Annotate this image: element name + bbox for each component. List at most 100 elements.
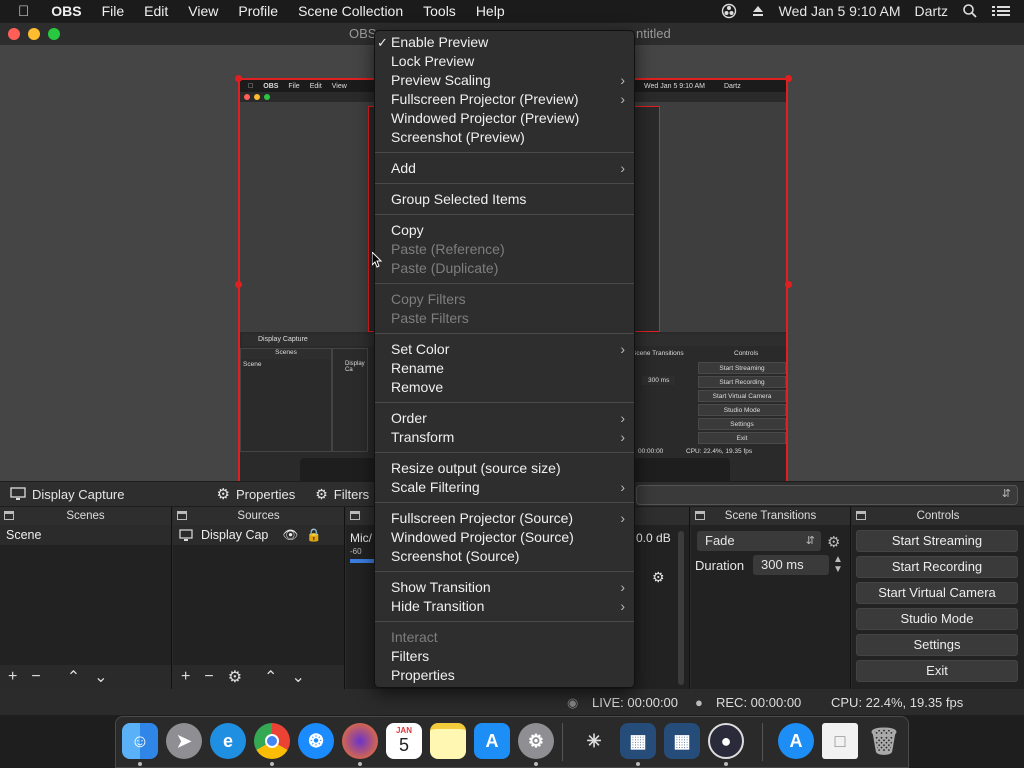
menu-fullscreen-projector-source[interactable]: Fullscreen Projector (Source) › [391, 509, 631, 528]
document-icon[interactable]: □ [822, 723, 858, 759]
exit-button[interactable]: Exit [856, 660, 1018, 682]
source-list-item[interactable]: Display Cap 👁 🔒 [173, 525, 344, 545]
virtualbox-icon[interactable]: ▦ [620, 723, 656, 759]
visibility-eye-icon[interactable]: 👁 [282, 525, 298, 545]
menu-screenshot-preview[interactable]: Screenshot (Preview) [391, 128, 631, 147]
resize-handle-tl[interactable] [235, 75, 242, 82]
finder-icon[interactable]: ☺ [122, 723, 158, 759]
dock-separator [562, 723, 563, 761]
trash-icon[interactable]: 🗑 [866, 723, 902, 759]
mixer-volume-slider[interactable] [350, 559, 374, 563]
menubar-datetime[interactable]: Wed Jan 5 9:10 AM [779, 3, 901, 19]
firefox-icon[interactable] [342, 723, 378, 759]
remove-source-icon[interactable]: − [204, 668, 213, 686]
obs-studio-icon[interactable]: ● [708, 723, 744, 759]
notes-icon[interactable] [430, 723, 466, 759]
system-preferences-gear-icon[interactable]: ⚙ [518, 723, 554, 759]
scene-list-item[interactable]: Scene [0, 525, 171, 545]
menu-file[interactable]: File [92, 3, 135, 19]
downloads-folder-icon[interactable]: A [778, 723, 814, 759]
menu-view[interactable]: View [178, 3, 228, 19]
undock-icon[interactable] [4, 511, 14, 520]
minimize-window-button[interactable] [28, 28, 40, 40]
menu-scale-filtering[interactable]: Scale Filtering › [391, 478, 631, 497]
transition-select[interactable]: Fade ⇵ [697, 531, 821, 551]
menu-remove[interactable]: Remove [391, 378, 631, 397]
menu-rename[interactable]: Rename [391, 359, 631, 378]
mixer-scrollbar[interactable] [678, 531, 684, 685]
menu-fullscreen-projector-preview[interactable]: Fullscreen Projector (Preview) › [391, 90, 631, 109]
filters-button[interactable]: ⚙ Filters [305, 486, 379, 503]
duration-stepper[interactable]: ▲ ▼ [833, 555, 843, 575]
resize-handle-tr[interactable] [785, 75, 792, 82]
menu-filters[interactable]: Filters [391, 647, 631, 666]
transition-properties-gear-icon[interactable]: ⚙ [827, 533, 840, 551]
submenu-arrow-icon: › [620, 72, 625, 88]
menubar-user[interactable]: Dartz [915, 3, 948, 19]
start-recording-button[interactable]: Start Recording [856, 556, 1018, 578]
virtualbox-vm-icon[interactable]: ▦ [664, 723, 700, 759]
menu-tools[interactable]: Tools [413, 3, 466, 19]
menu-profile[interactable]: Profile [228, 3, 288, 19]
resize-handle-mr[interactable] [785, 281, 792, 288]
close-window-button[interactable] [8, 28, 20, 40]
properties-button[interactable]: ⚙ Properties [207, 485, 306, 503]
menu-hide-transition[interactable]: Hide Transition › [391, 597, 631, 616]
sources-title: Sources [237, 510, 280, 522]
menu-properties[interactable]: Properties [391, 666, 631, 685]
settings-button[interactable]: Settings [856, 634, 1018, 656]
remove-scene-icon[interactable]: − [31, 668, 40, 686]
menu-app-obs[interactable]: OBS [41, 3, 91, 19]
menu-add[interactable]: Add › [391, 159, 631, 178]
chrome-icon[interactable] [254, 723, 290, 759]
start-virtual-camera-button[interactable]: Start Virtual Camera [856, 582, 1018, 604]
move-source-down-icon[interactable]: ⌄ [291, 667, 304, 687]
menu-lock-preview[interactable]: Lock Preview [391, 52, 631, 71]
menu-enable-preview[interactable]: ✓ Enable Preview [377, 33, 631, 52]
mixer-settings-gear-icon[interactable]: ⚙ [652, 569, 665, 586]
undock-icon[interactable] [856, 511, 866, 520]
menu-show-transition[interactable]: Show Transition › [391, 578, 631, 597]
menu-windowed-projector-preview[interactable]: Windowed Projector (Preview) [391, 109, 631, 128]
menu-resize-output[interactable]: Resize output (source size) [391, 459, 631, 478]
zoom-window-button[interactable] [48, 28, 60, 40]
app-store-icon[interactable]: A [474, 723, 510, 759]
safari-icon[interactable]: ❂ [298, 723, 334, 759]
menu-separator [375, 402, 634, 403]
menu-preview-scaling[interactable]: Preview Scaling › [391, 71, 631, 90]
add-source-icon[interactable]: + [181, 668, 190, 686]
menu-scene-collection[interactable]: Scene Collection [288, 3, 413, 19]
source-properties-gear-icon[interactable]: ⚙ [228, 667, 242, 687]
edge-browser-icon[interactable]: e [210, 723, 246, 759]
add-scene-icon[interactable]: + [8, 668, 17, 686]
undock-icon[interactable] [177, 511, 187, 520]
eject-icon[interactable] [751, 4, 765, 18]
menu-windowed-projector-source[interactable]: Windowed Projector (Source) [391, 528, 631, 547]
studio-mode-button[interactable]: Studio Mode [856, 608, 1018, 630]
move-source-up-icon[interactable]: ⌃ [264, 667, 277, 687]
control-center-icon[interactable] [992, 4, 1010, 18]
menu-order[interactable]: Order › [391, 409, 631, 428]
duration-input[interactable]: 300 ms [753, 555, 829, 575]
resize-handle-ml[interactable] [235, 281, 242, 288]
menu-set-color[interactable]: Set Color › [391, 340, 631, 359]
spider-app-icon[interactable]: ✳ [576, 723, 612, 759]
menu-group-selected-items[interactable]: Group Selected Items [391, 190, 631, 209]
menu-edit[interactable]: Edit [134, 3, 178, 19]
obs-status-icon[interactable] [721, 3, 737, 19]
start-streaming-button[interactable]: Start Streaming [856, 530, 1018, 552]
launchpad-icon[interactable]: ➤ [166, 723, 202, 759]
menu-transform[interactable]: Transform › [391, 428, 631, 447]
menu-help[interactable]: Help [466, 3, 515, 19]
apple-menu-icon[interactable]:  [0, 3, 41, 20]
undock-icon[interactable] [350, 511, 360, 520]
menu-screenshot-source[interactable]: Screenshot (Source) [391, 547, 631, 566]
calendar-icon[interactable]: JAN 5 [386, 723, 422, 759]
move-scene-up-icon[interactable]: ⌃ [67, 667, 80, 687]
source-dropdown[interactable]: ⇵ [636, 485, 1018, 505]
menu-copy[interactable]: Copy [391, 221, 631, 240]
lock-icon[interactable]: 🔒 [306, 525, 322, 545]
spotlight-search-icon[interactable] [962, 3, 978, 19]
undock-icon[interactable] [695, 511, 705, 520]
move-scene-down-icon[interactable]: ⌄ [94, 667, 107, 687]
